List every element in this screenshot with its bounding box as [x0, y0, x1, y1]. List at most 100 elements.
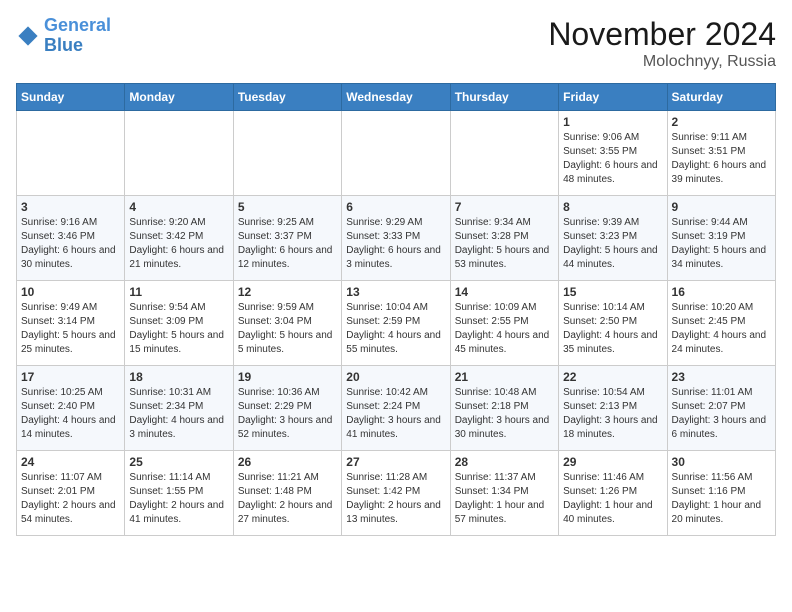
day-info: Sunrise: 11:56 AM Sunset: 1:16 PM Daylig…	[672, 471, 771, 527]
day-info: Sunrise: 11:07 AM Sunset: 2:01 PM Daylig…	[21, 471, 120, 527]
calendar-week-row: 1Sunrise: 9:06 AM Sunset: 3:55 PM Daylig…	[17, 111, 776, 196]
day-number: 30	[672, 455, 771, 469]
calendar-cell: 10 Sunrise: 9:49 AM Sunset: 3:14 PM Dayli…	[17, 281, 125, 366]
calendar-week-row: 3 Sunrise: 9:16 AM Sunset: 3:46 PM Daylig…	[17, 196, 776, 281]
day-number: 2	[672, 115, 771, 129]
day-info: Sunrise: 10:20 AM Sunset: 2:45 PM Daylig…	[672, 301, 771, 357]
day-number: 27	[346, 455, 445, 469]
calendar-cell: 3 Sunrise: 9:16 AM Sunset: 3:46 PM Daylig…	[17, 196, 125, 281]
day-info: Sunrise: 9:25 AM Sunset: 3:37 PM Dayligh…	[238, 216, 337, 272]
calendar-cell: 7 Sunrise: 9:34 AM Sunset: 3:28 PM Daylig…	[450, 196, 558, 281]
day-of-week-header: Wednesday	[342, 84, 450, 111]
calendar-week-row: 17 Sunrise: 10:25 AM Sunset: 2:40 PM Dayl…	[17, 366, 776, 451]
day-info: Sunrise: 9:16 AM Sunset: 3:46 PM Dayligh…	[21, 216, 120, 272]
day-info: Sunrise: 11:46 AM Sunset: 1:26 PM Daylig…	[563, 471, 662, 527]
day-number: 3	[21, 200, 120, 214]
day-of-week-header: Friday	[559, 84, 667, 111]
day-info: Sunrise: 10:48 AM Sunset: 2:18 PM Daylig…	[455, 386, 554, 442]
day-number: 1	[563, 115, 662, 129]
calendar-cell: 27 Sunrise: 11:28 AM Sunset: 1:42 PM Dayl…	[342, 451, 450, 536]
page-header: General Blue November 2024 Molochnyy, Ru…	[16, 16, 776, 71]
day-info: Sunrise: 11:21 AM Sunset: 1:48 PM Daylig…	[238, 471, 337, 527]
logo-text: General Blue	[44, 16, 111, 56]
day-number: 22	[563, 370, 662, 384]
day-info: Sunrise: 10:04 AM Sunset: 2:59 PM Daylig…	[346, 301, 445, 357]
day-of-week-header: Saturday	[667, 84, 775, 111]
day-number: 17	[21, 370, 120, 384]
day-number: 14	[455, 285, 554, 299]
day-number: 29	[563, 455, 662, 469]
calendar-cell: 18 Sunrise: 10:31 AM Sunset: 2:34 PM Dayl…	[125, 366, 233, 451]
location-subtitle: Molochnyy, Russia	[548, 53, 776, 71]
day-info: Sunrise: 9:20 AM Sunset: 3:42 PM Dayligh…	[129, 216, 228, 272]
calendar-cell: 13 Sunrise: 10:04 AM Sunset: 2:59 PM Dayl…	[342, 281, 450, 366]
calendar-cell: 11Sunrise: 9:54 AM Sunset: 3:09 PM Dayli…	[125, 281, 233, 366]
day-number: 10	[21, 285, 120, 299]
day-info: Sunrise: 11:28 AM Sunset: 1:42 PM Daylig…	[346, 471, 445, 527]
calendar-cell: 24 Sunrise: 11:07 AM Sunset: 2:01 PM Dayl…	[17, 451, 125, 536]
month-title: November 2024	[548, 16, 776, 53]
day-info: Sunrise: 10:31 AM Sunset: 2:34 PM Daylig…	[129, 386, 228, 442]
day-number: 25	[129, 455, 228, 469]
calendar-header-row: SundayMondayTuesdayWednesdayThursdayFrid…	[17, 84, 776, 111]
calendar-week-row: 10 Sunrise: 9:49 AM Sunset: 3:14 PM Dayli…	[17, 281, 776, 366]
day-number: 6	[346, 200, 445, 214]
calendar-cell: 15Sunrise: 10:14 AM Sunset: 2:50 PM Dayl…	[559, 281, 667, 366]
day-info: Sunrise: 9:44 AM Sunset: 3:19 PM Dayligh…	[672, 216, 771, 272]
calendar-cell	[125, 111, 233, 196]
day-number: 12	[238, 285, 337, 299]
day-number: 5	[238, 200, 337, 214]
calendar-cell	[342, 111, 450, 196]
calendar-cell	[17, 111, 125, 196]
day-number: 23	[672, 370, 771, 384]
day-info: Sunrise: 10:09 AM Sunset: 2:55 PM Daylig…	[455, 301, 554, 357]
day-info: Sunrise: 10:36 AM Sunset: 2:29 PM Daylig…	[238, 386, 337, 442]
day-number: 8	[563, 200, 662, 214]
day-info: Sunrise: 9:49 AM Sunset: 3:14 PM Dayligh…	[21, 301, 120, 357]
day-number: 26	[238, 455, 337, 469]
calendar-cell: 20 Sunrise: 10:42 AM Sunset: 2:24 PM Dayl…	[342, 366, 450, 451]
day-number: 20	[346, 370, 445, 384]
day-of-week-header: Thursday	[450, 84, 558, 111]
calendar-cell	[233, 111, 341, 196]
day-info: Sunrise: 10:42 AM Sunset: 2:24 PM Daylig…	[346, 386, 445, 442]
calendar-week-row: 24 Sunrise: 11:07 AM Sunset: 2:01 PM Dayl…	[17, 451, 776, 536]
calendar-cell: 28 Sunrise: 11:37 AM Sunset: 1:34 PM Dayl…	[450, 451, 558, 536]
day-of-week-header: Sunday	[17, 84, 125, 111]
day-info: Sunrise: 11:37 AM Sunset: 1:34 PM Daylig…	[455, 471, 554, 527]
calendar-cell: 22 Sunrise: 10:54 AM Sunset: 2:13 PM Dayl…	[559, 366, 667, 451]
day-number: 11	[129, 285, 228, 299]
calendar-cell: 4 Sunrise: 9:20 AM Sunset: 3:42 PM Daylig…	[125, 196, 233, 281]
calendar-cell: 16 Sunrise: 10:20 AM Sunset: 2:45 PM Dayl…	[667, 281, 775, 366]
day-info: Sunrise: 11:14 AM Sunset: 1:55 PM Daylig…	[129, 471, 228, 527]
calendar-cell: 25 Sunrise: 11:14 AM Sunset: 1:55 PM Dayl…	[125, 451, 233, 536]
day-number: 15	[563, 285, 662, 299]
calendar-cell: 29 Sunrise: 11:46 AM Sunset: 1:26 PM Dayl…	[559, 451, 667, 536]
day-info: Sunrise: 11:01 AM Sunset: 2:07 PM Daylig…	[672, 386, 771, 442]
day-info: Sunrise: 9:39 AM Sunset: 3:23 PM Dayligh…	[563, 216, 662, 272]
day-number: 28	[455, 455, 554, 469]
calendar-cell: 6 Sunrise: 9:29 AM Sunset: 3:33 PM Daylig…	[342, 196, 450, 281]
calendar-cell: 17 Sunrise: 10:25 AM Sunset: 2:40 PM Dayl…	[17, 366, 125, 451]
day-number: 7	[455, 200, 554, 214]
day-number: 19	[238, 370, 337, 384]
calendar-cell	[450, 111, 558, 196]
day-number: 4	[129, 200, 228, 214]
day-number: 9	[672, 200, 771, 214]
calendar-cell: 23 Sunrise: 11:01 AM Sunset: 2:07 PM Dayl…	[667, 366, 775, 451]
day-number: 13	[346, 285, 445, 299]
calendar-table: SundayMondayTuesdayWednesdayThursdayFrid…	[16, 83, 776, 536]
calendar-cell: 8 Sunrise: 9:39 AM Sunset: 3:23 PM Daylig…	[559, 196, 667, 281]
day-number: 18	[129, 370, 228, 384]
day-number: 24	[21, 455, 120, 469]
title-block: November 2024 Molochnyy, Russia	[548, 16, 776, 71]
logo-icon	[16, 24, 40, 48]
day-info: Sunrise: 10:25 AM Sunset: 2:40 PM Daylig…	[21, 386, 120, 442]
day-number: 16	[672, 285, 771, 299]
day-info: Sunrise: 10:54 AM Sunset: 2:13 PM Daylig…	[563, 386, 662, 442]
day-info: Sunrise: 9:29 AM Sunset: 3:33 PM Dayligh…	[346, 216, 445, 272]
calendar-cell: 1Sunrise: 9:06 AM Sunset: 3:55 PM Daylig…	[559, 111, 667, 196]
calendar-cell: 5 Sunrise: 9:25 AM Sunset: 3:37 PM Daylig…	[233, 196, 341, 281]
logo: General Blue	[16, 16, 111, 56]
day-info: Sunrise: 9:34 AM Sunset: 3:28 PM Dayligh…	[455, 216, 554, 272]
